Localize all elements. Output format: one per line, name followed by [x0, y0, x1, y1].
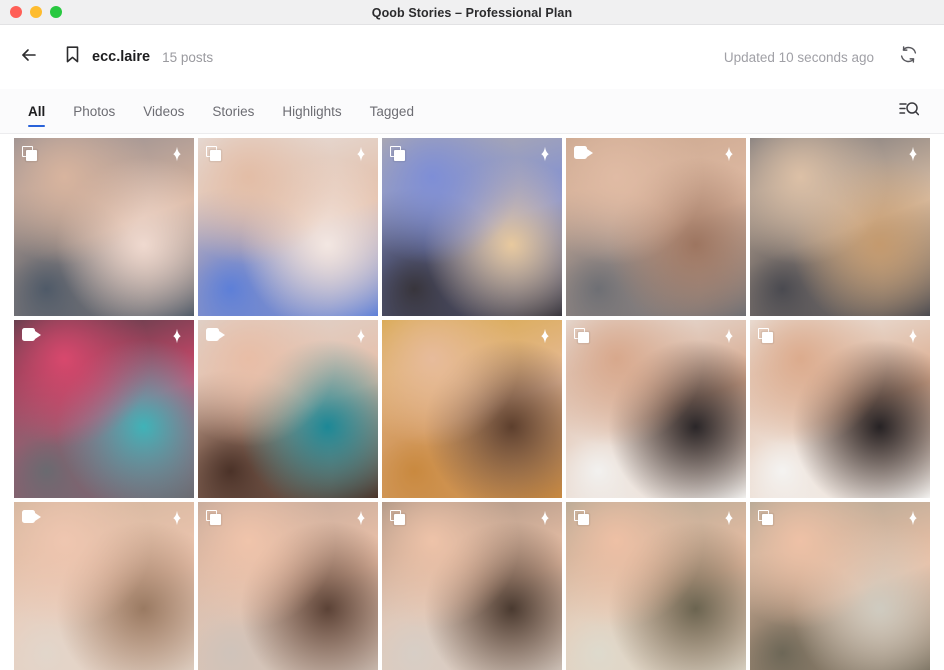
thumbnail-image	[566, 138, 746, 316]
video-icon	[22, 510, 41, 528]
thumbnail-image	[198, 138, 378, 316]
window-controls	[0, 6, 62, 18]
media-thumbnail[interactable]	[750, 320, 930, 498]
bookmark-button[interactable]	[58, 42, 86, 72]
thumbnail-image	[382, 502, 562, 670]
thumbnail-image	[750, 320, 930, 498]
media-thumbnail[interactable]	[198, 502, 378, 670]
refresh-button[interactable]	[894, 43, 922, 71]
app-window: Qoob Stories – Professional Plan ecc.lai…	[0, 0, 944, 670]
sparkle-download-icon[interactable]	[904, 510, 922, 528]
tab-stories[interactable]: Stories	[198, 89, 268, 133]
media-thumbnail[interactable]	[14, 502, 194, 670]
sparkle-download-icon[interactable]	[352, 146, 370, 164]
media-thumbnail[interactable]	[566, 138, 746, 316]
tab-label: Videos	[143, 103, 185, 119]
filter-search-button[interactable]	[894, 89, 924, 133]
back-button[interactable]	[14, 42, 44, 72]
media-thumbnail[interactable]	[566, 320, 746, 498]
video-icon	[22, 328, 41, 346]
account-header: ecc.laire 15 posts Updated 10 seconds ag…	[0, 25, 944, 89]
arrow-left-icon	[19, 45, 39, 70]
thumbnail-image	[382, 138, 562, 316]
thumbnail-image	[382, 320, 562, 498]
maximize-window-button[interactable]	[50, 6, 62, 18]
sparkle-download-icon[interactable]	[720, 328, 738, 346]
sparkle-download-icon[interactable]	[720, 146, 738, 164]
sparkle-download-icon[interactable]	[352, 328, 370, 346]
window-title: Qoob Stories – Professional Plan	[371, 5, 573, 20]
media-thumbnail[interactable]	[382, 502, 562, 670]
carousel-icon	[758, 328, 776, 346]
carousel-icon	[22, 146, 40, 164]
sparkle-download-icon[interactable]	[168, 146, 186, 164]
carousel-icon	[574, 510, 592, 528]
tab-list: All Photos Videos Stories Highlights Tag…	[14, 89, 428, 133]
sparkle-download-icon[interactable]	[536, 328, 554, 346]
filter-search-icon	[899, 100, 920, 123]
thumbnail-image	[198, 502, 378, 670]
media-thumbnail[interactable]	[382, 138, 562, 316]
bookmark-icon	[64, 45, 81, 69]
thumbnail-image	[566, 320, 746, 498]
sparkle-download-icon[interactable]	[168, 328, 186, 346]
video-icon	[206, 328, 225, 346]
media-thumbnail[interactable]	[566, 502, 746, 670]
tab-label: Stories	[212, 103, 255, 119]
media-thumbnail[interactable]	[198, 320, 378, 498]
tab-label: Tagged	[369, 103, 414, 119]
media-thumbnail[interactable]	[14, 138, 194, 316]
account-name: ecc.laire	[92, 49, 151, 65]
thumbnail-image	[750, 138, 930, 316]
tab-all[interactable]: All	[14, 89, 59, 133]
minimize-window-button[interactable]	[30, 6, 42, 18]
media-thumbnail[interactable]	[750, 138, 930, 316]
title-bar: Qoob Stories – Professional Plan	[0, 0, 944, 25]
thumbnail-image	[750, 502, 930, 670]
sparkle-download-icon[interactable]	[904, 146, 922, 164]
thumbnail-image	[566, 502, 746, 670]
media-thumbnail[interactable]	[382, 320, 562, 498]
carousel-icon	[206, 510, 224, 528]
tab-tagged[interactable]: Tagged	[356, 89, 428, 133]
post-count: 15 posts	[162, 49, 214, 65]
carousel-icon	[390, 510, 408, 528]
tab-label: All	[28, 103, 46, 119]
sparkle-download-icon[interactable]	[904, 328, 922, 346]
tab-spacer	[428, 89, 894, 133]
tab-videos[interactable]: Videos	[129, 89, 198, 133]
tab-highlights[interactable]: Highlights	[268, 89, 355, 133]
sparkle-download-icon[interactable]	[536, 146, 554, 164]
carousel-icon	[758, 510, 776, 528]
updated-status: Updated 10 seconds ago	[723, 49, 874, 65]
thumbnail-image	[14, 502, 194, 670]
media-thumbnail[interactable]	[198, 138, 378, 316]
tab-label: Photos	[73, 103, 116, 119]
tab-bar: All Photos Videos Stories Highlights Tag…	[0, 89, 944, 134]
thumbnail-image	[14, 320, 194, 498]
thumbnail-image	[198, 320, 378, 498]
close-window-button[interactable]	[10, 6, 22, 18]
carousel-icon	[206, 146, 224, 164]
sparkle-download-icon[interactable]	[168, 510, 186, 528]
video-icon	[574, 146, 593, 164]
carousel-icon	[574, 328, 592, 346]
refresh-icon	[898, 44, 919, 70]
sparkle-download-icon[interactable]	[720, 510, 738, 528]
carousel-icon	[390, 146, 408, 164]
sparkle-download-icon[interactable]	[352, 510, 370, 528]
tab-photos[interactable]: Photos	[59, 89, 129, 133]
media-thumbnail[interactable]	[750, 502, 930, 670]
sparkle-download-icon[interactable]	[536, 510, 554, 528]
media-grid	[14, 138, 930, 670]
tab-label: Highlights	[282, 103, 342, 119]
media-grid-container[interactable]	[0, 134, 944, 670]
media-thumbnail[interactable]	[14, 320, 194, 498]
thumbnail-image	[14, 138, 194, 316]
